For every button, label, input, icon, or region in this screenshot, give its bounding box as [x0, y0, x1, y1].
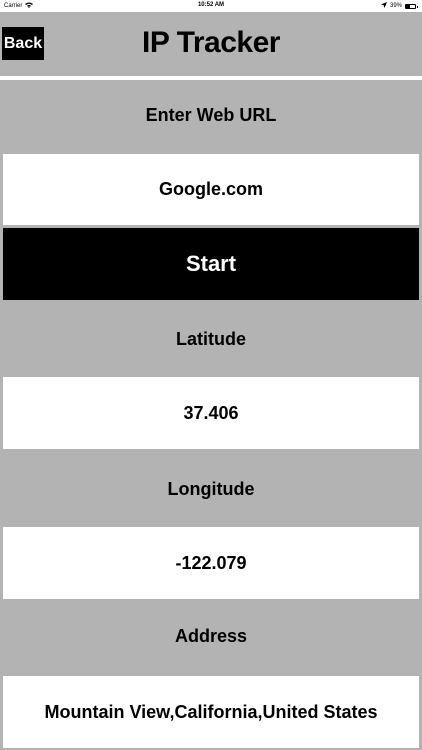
longitude-value: -122.079: [3, 527, 419, 599]
header-bar: Back IP Tracker: [0, 12, 422, 76]
latitude-label: Latitude: [176, 329, 246, 349]
status-time: 10:52 AM: [197, 2, 225, 8]
status-bar-right: 39%: [380, 2, 418, 10]
battery-icon: [405, 3, 418, 9]
page-title: IP Tracker: [142, 26, 280, 59]
main-content: Enter Web URL Google.com Start Latitude …: [0, 80, 422, 750]
battery-fill: [406, 4, 410, 8]
location-arrow-icon: [380, 2, 387, 10]
status-bar: Carrier 10:52 AM 39%: [0, 0, 422, 12]
longitude-label: Longitude: [167, 479, 255, 499]
battery-percent: 39%: [389, 3, 402, 9]
address-label: Address: [174, 626, 248, 646]
latitude-value: 37.406: [3, 377, 419, 449]
address-value: Mountain View,California,United States: [3, 676, 419, 748]
url-input[interactable]: Google.com: [3, 154, 419, 225]
start-button[interactable]: Start: [3, 228, 419, 300]
url-label: Enter Web URL: [145, 105, 277, 125]
